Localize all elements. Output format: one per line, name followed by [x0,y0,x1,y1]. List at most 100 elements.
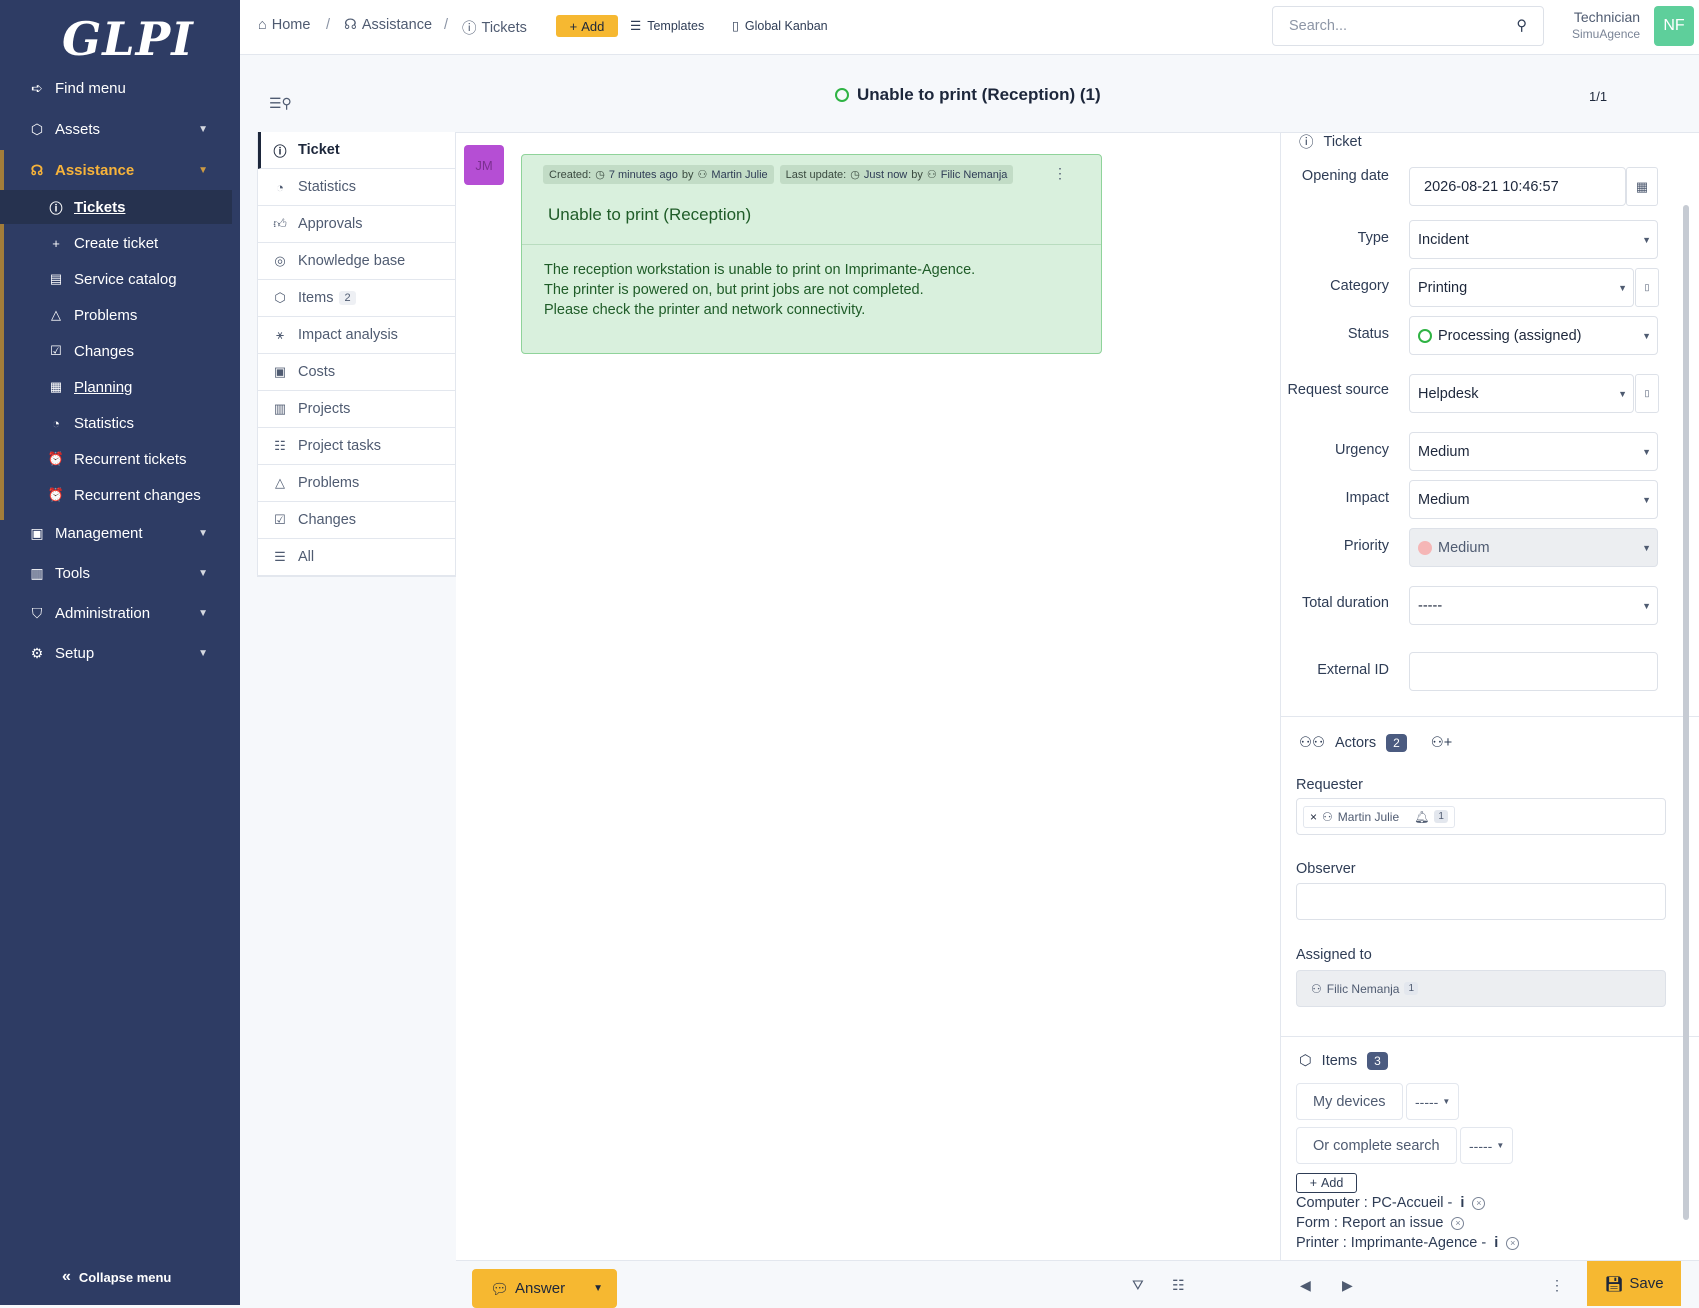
sidebar-item-statistics[interactable]: ◔ Statistics [0,406,232,440]
save-icon: 💾︎ [1604,1275,1624,1293]
tab-ticket[interactable]: ⓘ Ticket [258,132,455,169]
status-assigned-icon [1418,328,1432,343]
total-duration-select[interactable]: ----- ▼ [1409,586,1658,625]
created-by[interactable]: Martin Julie [711,169,767,181]
nav-administration[interactable]: ⛉ Administration ▼ [0,595,240,631]
observer-field[interactable] [1296,883,1666,920]
sidebar-item-problems[interactable]: △ Problems [0,298,232,332]
created-when: 7 minutes ago [608,168,678,181]
tab-problems[interactable]: △ Problems [258,465,455,502]
chevron-down-icon: ▼ [198,647,208,659]
users-icon: ⚇⚇ [1299,735,1325,751]
breadcrumb-label: Tickets [481,19,527,36]
urgency-select[interactable]: Medium ▼ [1409,432,1658,471]
type-select[interactable]: Incident ▼ [1409,220,1658,259]
requester-field[interactable]: × ⚇ Martin Julie 🔔︎ 1 [1296,798,1666,835]
complete-search-select[interactable]: ----- ▼ [1460,1127,1514,1164]
breadcrumb-tickets[interactable]: ⓘ Tickets [462,17,527,38]
bell-icon[interactable]: 🔔︎ [1414,810,1429,824]
search-input[interactable]: Search... ⚲ [1272,6,1544,46]
tab-all[interactable]: ☰ All [258,539,455,576]
nav-management[interactable]: ▣ Management ▼ [0,515,240,551]
nav-tools[interactable]: ▥ Tools ▼ [0,555,240,591]
remove-circle-icon[interactable]: × [1472,1196,1486,1210]
actors-section-header[interactable]: ⚇⚇ Actors 2 ⚇+ [1299,734,1452,752]
tab-impact-analysis[interactable]: ⚹ Impact analysis [258,317,455,354]
remove-circle-icon[interactable]: × [1451,1216,1465,1230]
user-role: Technician [1573,9,1641,25]
next-icon[interactable]: ▶ [1342,1277,1353,1294]
tab-projects[interactable]: ▥ Projects [258,391,455,428]
box-icon: ⬡ [274,290,286,305]
collapse-menu-button[interactable]: « Collapse menu [62,1268,171,1286]
tab-changes[interactable]: ☑ Changes [258,502,455,539]
glpi-logo[interactable]: GLPI [62,12,194,66]
clock-icon: ◷ [595,169,605,181]
scrollbar[interactable] [1683,205,1689,1220]
user-menu[interactable]: Technician SimuAgence [1572,9,1640,43]
requester-name[interactable]: Martin Julie [1338,810,1399,824]
chevron-down-icon[interactable]: ▼ [593,1283,603,1294]
filter-icon[interactable]: ⛛ [1132,1277,1144,1294]
remove-circle-icon[interactable]: × [1506,1236,1520,1250]
find-menu[interactable]: ➪ Find menu [0,70,240,106]
tab-knowledge-base[interactable]: ◎ Knowledge base [258,243,455,280]
assigned-to-field[interactable]: ⚇ Filic Nemanja 1 [1296,970,1666,1007]
my-devices-select[interactable]: ----- ▼ [1406,1083,1460,1120]
warning-icon: △ [51,307,61,322]
sidebar-item-changes[interactable]: ☑ Changes [0,334,232,368]
breadcrumb-home[interactable]: ⌂ Home [258,17,310,33]
category-select[interactable]: Printing ▼ [1409,268,1634,307]
tab-items[interactable]: ⬡ Items 2 [258,280,455,317]
global-kanban-link[interactable]: ▯ Global Kanban [732,18,828,34]
items-section-header[interactable]: ⬡ Items 3 [1299,1052,1388,1070]
opening-date-field[interactable]: 2026-08-21 10:46:57 [1409,167,1626,206]
list-check-icon[interactable]: ☷ [1172,1277,1185,1294]
templates-link[interactable]: ☰ Templates [630,18,704,34]
breadcrumb-assistance[interactable]: ☊ Assistance [344,17,432,33]
more-actions-icon[interactable]: ⋮ [1053,165,1067,182]
external-id-input[interactable] [1409,652,1658,691]
info-icon[interactable]: i [1494,1235,1498,1251]
toggle-filter-icon[interactable]: ☰⚲ [269,95,292,112]
category-info-icon[interactable]: ▯ [1635,268,1659,307]
sidebar-item-service-catalog[interactable]: ▤ Service catalog [0,262,232,296]
count-badge: 2 [339,291,356,305]
previous-icon[interactable]: ◀ [1300,1277,1311,1294]
info-icon[interactable]: i [1460,1195,1464,1211]
item-link[interactable]: Printer : Imprimante-Agence - [1296,1235,1486,1251]
assigned-name[interactable]: Filic Nemanja [1327,982,1400,996]
nav-assistance[interactable]: ☊ Assistance ▼ [0,152,240,188]
tab-approvals[interactable]: 👍︎ Approvals [258,206,455,243]
updated-by[interactable]: Filic Nemanja [941,169,1008,181]
user-plus-icon[interactable]: ⚇+ [1431,735,1452,751]
answer-button[interactable]: 💬︎ Answer ▼ [472,1269,617,1308]
search-icon[interactable]: ⚲ [1516,18,1527,34]
item-link[interactable]: Form : Report an issue [1296,1215,1443,1231]
caret-down-icon: ▼ [1642,494,1651,505]
nav-setup[interactable]: ⚙ Setup ▼ [0,635,240,671]
user-icon: ⚇ [926,169,937,181]
sidebar-item-tickets[interactable]: ⓘ Tickets [0,190,232,224]
tab-project-tasks[interactable]: ☷ Project tasks [258,428,455,465]
sidebar-item-recurrent-tickets[interactable]: ⏰ Recurrent tickets [0,442,232,476]
tab-statistics[interactable]: ◔ Statistics [258,169,455,206]
ticket-section-header[interactable]: ⓘ Ticket [1299,131,1362,152]
sidebar-item-create-ticket[interactable]: + Create ticket [0,226,232,260]
sidebar-item-planning[interactable]: ▦ Planning [0,370,232,404]
calendar-icon[interactable]: ▦ [1626,167,1658,206]
impact-select[interactable]: Medium ▼ [1409,480,1658,519]
request-source-select[interactable]: Helpdesk ▼ [1409,374,1634,413]
remove-icon[interactable]: × [1310,810,1317,824]
add-item-button[interactable]: + Add [1296,1173,1357,1193]
sidebar-item-recurrent-changes[interactable]: ⏰ Recurrent changes [0,478,232,512]
more-actions-icon[interactable]: ⋮ [1550,1277,1564,1294]
nav-assets[interactable]: ⬡ Assets ▼ [0,111,240,147]
status-select[interactable]: Processing (assigned) ▼ [1409,316,1658,355]
save-button[interactable]: 💾︎ Save [1587,1261,1681,1306]
request-source-info-icon[interactable]: ▯ [1635,374,1659,413]
add-button[interactable]: + Add [556,15,618,37]
item-link[interactable]: Computer : PC-Accueil - [1296,1195,1452,1211]
tab-costs[interactable]: ▣ Costs [258,354,455,391]
avatar[interactable]: NF [1654,6,1694,46]
